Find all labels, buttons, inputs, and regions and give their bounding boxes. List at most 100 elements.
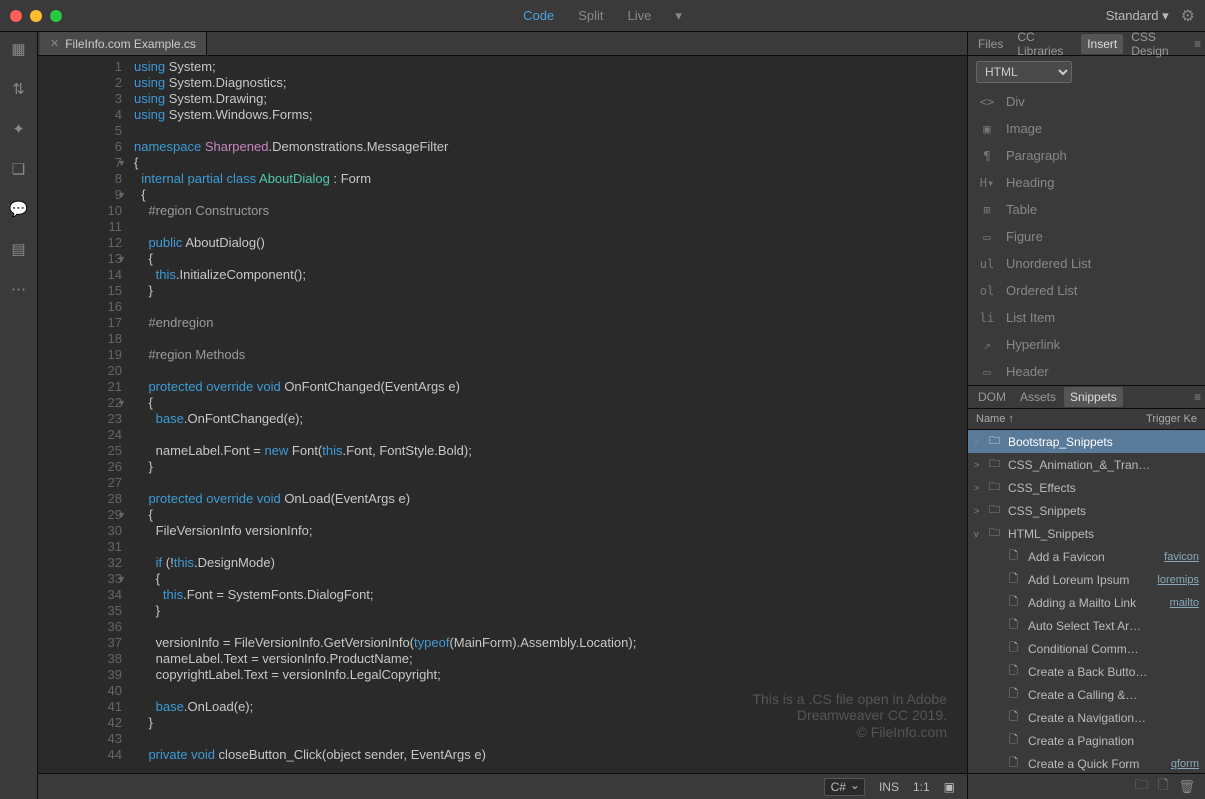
snippet-file[interactable]: 🗋Add a Faviconfavicon bbox=[968, 545, 1205, 568]
chevron-down-icon[interactable]: ▾ bbox=[675, 8, 682, 24]
layout-dropdown[interactable]: Standard ▾ bbox=[1106, 8, 1169, 24]
insert-icon: ol bbox=[978, 284, 996, 298]
panel-tab-snippets[interactable]: Snippets bbox=[1064, 387, 1123, 407]
snippets-footer: 🗀 🗋 🗑 bbox=[968, 773, 1205, 799]
insert-icon: ul bbox=[978, 257, 996, 271]
snippet-file[interactable]: 🗋 Add Loreum Ipsum loremips bbox=[968, 568, 1205, 591]
insert-item[interactable]: liList Item bbox=[968, 304, 1205, 331]
insert-item[interactable]: ¶ Paragraph bbox=[968, 142, 1205, 169]
folder-icon: 🗀 bbox=[989, 524, 1003, 543]
editor-column: ✕ FileInfo.com Example.cs 1234567▼89▼101… bbox=[38, 32, 967, 799]
insert-icon: ▭ bbox=[978, 365, 996, 379]
snippet-folder[interactable]: >🗀CSS_Effects bbox=[968, 476, 1205, 499]
code-area[interactable]: 1234567▼89▼10111213▼141516171819202122▼2… bbox=[38, 56, 967, 773]
insert-label: Table bbox=[1006, 202, 1037, 217]
snippet-label: CSS_Snippets bbox=[1008, 504, 1199, 518]
insert-category-select[interactable]: HTML bbox=[976, 61, 1072, 83]
sidebar-left: ▦ ⇅ ✦ ❑ 💬 ▤ ⋯ bbox=[0, 32, 38, 799]
transfer-icon[interactable]: ⇅ bbox=[10, 80, 28, 98]
snippet-label: Add Loreum Ipsum bbox=[1028, 573, 1152, 587]
file-icon: 🗋 bbox=[1009, 616, 1023, 635]
panel-menu-icon[interactable]: ≡ bbox=[1194, 390, 1201, 404]
insert-item[interactable]: ⊞ Table bbox=[968, 196, 1205, 223]
snippets-header: Name ↑ Trigger Ke bbox=[968, 409, 1205, 430]
code-lines[interactable]: using System;using System.Diagnostics;us… bbox=[128, 56, 967, 773]
file-tab[interactable]: ✕ FileInfo.com Example.cs bbox=[40, 32, 207, 55]
insert-label: Image bbox=[1006, 121, 1042, 136]
folder-icon: 🗀 bbox=[989, 455, 1003, 474]
panel-tab-dom[interactable]: DOM bbox=[972, 387, 1012, 407]
insert-icon: ⊞ bbox=[978, 203, 996, 217]
file-icon: 🗋 bbox=[1009, 547, 1023, 566]
insert-category[interactable]: HTML bbox=[968, 56, 1205, 88]
file-icon: 🗋 bbox=[1009, 662, 1023, 681]
panel-menu-icon[interactable]: ≡ bbox=[1194, 37, 1201, 51]
snippet-label: Create a Quick Form bbox=[1028, 757, 1166, 771]
image-icon[interactable]: ▤ bbox=[10, 240, 28, 258]
snippet-file[interactable]: 🗋 Create a Pagination bbox=[968, 729, 1205, 752]
comment-icon[interactable]: 💬 bbox=[10, 200, 28, 218]
view-tab-split[interactable]: Split bbox=[578, 8, 603, 23]
snippet-trigger: favicon bbox=[1164, 551, 1199, 563]
snippet-file[interactable]: 🗋Auto Select Text Ar… bbox=[968, 614, 1205, 637]
snippet-folder[interactable]: >🗀CSS_Snippets bbox=[968, 499, 1205, 522]
minimize-window[interactable] bbox=[30, 10, 42, 22]
file-icon: 🗋 bbox=[1009, 570, 1023, 589]
panel-tab-files[interactable]: Files bbox=[972, 34, 1009, 54]
maximize-window[interactable] bbox=[50, 10, 62, 22]
insert-item[interactable]: ⇗Hyperlink bbox=[968, 331, 1205, 358]
insert-icon: ¶ bbox=[978, 149, 996, 163]
insert-label: Paragraph bbox=[1006, 148, 1067, 163]
snippet-folder[interactable]: >🗀CSS_Animation_&_Tran… bbox=[968, 453, 1205, 476]
snippet-file[interactable]: 🗋Adding a Mailto Linkmailto bbox=[968, 591, 1205, 614]
wand-icon[interactable]: ✦ bbox=[10, 120, 28, 138]
file-tab-label: FileInfo.com Example.cs bbox=[65, 37, 196, 51]
file-icon: 🗋 bbox=[1009, 731, 1023, 750]
new-snippet-icon[interactable]: 🗋 bbox=[1158, 776, 1168, 798]
snippet-label: Create a Calling &… bbox=[1028, 688, 1199, 702]
col-name[interactable]: Name ↑ bbox=[976, 413, 1146, 425]
snippet-file[interactable]: 🗋Create a Back Butto… bbox=[968, 660, 1205, 683]
snippet-folder[interactable]: >🗀Bootstrap_Snippets bbox=[968, 430, 1205, 453]
snippet-label: CSS_Effects bbox=[1008, 481, 1199, 495]
expand-icon: v bbox=[974, 529, 984, 539]
file-icon[interactable]: ▦ bbox=[10, 40, 28, 58]
close-tab-icon[interactable]: ✕ bbox=[50, 37, 59, 50]
brush-icon[interactable]: ❑ bbox=[10, 160, 28, 178]
col-trigger[interactable]: Trigger Ke bbox=[1146, 413, 1197, 425]
file-tabs: ✕ FileInfo.com Example.cs bbox=[38, 32, 967, 56]
insert-item[interactable]: <>Div bbox=[968, 88, 1205, 115]
insert-item[interactable]: ▭Figure bbox=[968, 223, 1205, 250]
insert-label: Div bbox=[1006, 94, 1025, 109]
insert-item[interactable]: ulUnordered List bbox=[968, 250, 1205, 277]
expand-icon: > bbox=[974, 460, 984, 470]
insert-item[interactable]: olOrdered List bbox=[968, 277, 1205, 304]
view-tab-code[interactable]: Code bbox=[523, 8, 554, 23]
panel-tab-insert[interactable]: Insert bbox=[1081, 34, 1123, 54]
snippet-file[interactable]: 🗋Conditional Comm… bbox=[968, 637, 1205, 660]
panel-tab-assets[interactable]: Assets bbox=[1014, 387, 1062, 407]
snippet-file[interactable]: 🗋Create a Quick Formqform bbox=[968, 752, 1205, 773]
snippet-label: Create a Pagination bbox=[1028, 734, 1199, 748]
panel-right: FilesCC LibrariesInsertCSS Design≡ HTML … bbox=[967, 32, 1205, 799]
snippet-folder[interactable]: v🗀HTML_Snippets bbox=[968, 522, 1205, 545]
insert-item[interactable]: ▣Image bbox=[968, 115, 1205, 142]
more-icon[interactable]: ⋯ bbox=[10, 280, 28, 298]
snippet-file[interactable]: 🗋Create a Navigation… bbox=[968, 706, 1205, 729]
snippets-tree: >🗀Bootstrap_Snippets>🗀CSS_Animation_&_Tr… bbox=[968, 430, 1205, 773]
gear-icon[interactable]: ⚙ bbox=[1181, 6, 1195, 26]
new-folder-icon[interactable]: 🗀 bbox=[1135, 776, 1148, 798]
trash-icon[interactable]: 🗑 bbox=[1178, 779, 1195, 795]
insert-mode: INS bbox=[879, 780, 899, 794]
view-tab-live[interactable]: Live bbox=[627, 8, 651, 23]
folder-icon: 🗀 bbox=[989, 432, 1003, 451]
preview-icon[interactable]: ▣ bbox=[944, 780, 955, 794]
close-window[interactable] bbox=[10, 10, 22, 22]
expand-icon: > bbox=[974, 483, 984, 493]
snippet-trigger: loremips bbox=[1157, 574, 1199, 586]
insert-item[interactable]: H▾Heading bbox=[968, 169, 1205, 196]
language-dropdown[interactable]: C# bbox=[824, 778, 865, 796]
insert-item[interactable]: ▭Header bbox=[968, 358, 1205, 385]
snippet-file[interactable]: 🗋Create a Calling &… bbox=[968, 683, 1205, 706]
traffic-lights bbox=[10, 10, 62, 22]
